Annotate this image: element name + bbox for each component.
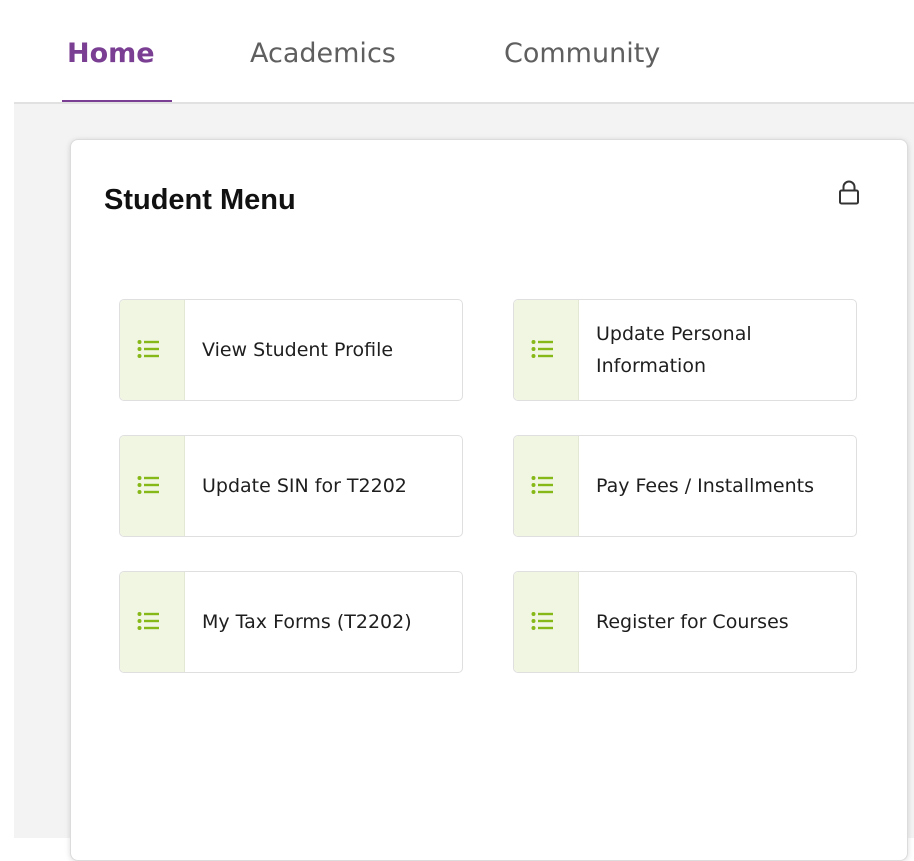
menu-item-icon-box xyxy=(514,300,579,400)
list-icon xyxy=(137,476,159,494)
menu-item-label: Register for Courses xyxy=(596,611,789,633)
tab-community[interactable]: Community xyxy=(504,38,660,69)
menu-item-icon-box xyxy=(120,572,185,672)
list-icon xyxy=(137,612,159,630)
menu-item-icon-box xyxy=(514,436,579,536)
list-icon xyxy=(531,476,553,494)
menu-item-label: Update Personal Information xyxy=(596,323,752,377)
list-icon xyxy=(531,612,553,630)
menu-item-label: Pay Fees / Installments xyxy=(596,475,814,497)
list-icon xyxy=(137,340,159,358)
menu-item-pay-fees-installments[interactable]: Pay Fees / Installments xyxy=(513,435,857,537)
list-icon xyxy=(531,340,553,358)
tab-academics[interactable]: Academics xyxy=(250,38,396,69)
menu-item-icon-box xyxy=(120,436,185,536)
card-title: Student Menu xyxy=(104,184,296,216)
lock-icon[interactable] xyxy=(837,178,861,208)
student-menu-card: Student Menu View Student Profile Update… xyxy=(70,139,908,861)
menu-item-icon-box xyxy=(120,300,185,400)
menu-item-register-for-courses[interactable]: Register for Courses xyxy=(513,571,857,673)
menu-item-update-personal-information[interactable]: Update Personal Information xyxy=(513,299,857,401)
top-tab-bar: Home Academics Community xyxy=(0,0,914,104)
menu-item-icon-box xyxy=(514,572,579,672)
menu-item-label: My Tax Forms (T2202) xyxy=(202,611,412,633)
menu-item-label: Update SIN for T2202 xyxy=(202,475,407,497)
menu-item-view-student-profile[interactable]: View Student Profile xyxy=(119,299,463,401)
menu-item-label: View Student Profile xyxy=(202,339,394,361)
menu-item-my-tax-forms[interactable]: My Tax Forms (T2202) xyxy=(119,571,463,673)
menu-item-update-sin-for-t2202[interactable]: Update SIN for T2202 xyxy=(119,435,463,537)
tab-home[interactable]: Home xyxy=(67,38,155,69)
